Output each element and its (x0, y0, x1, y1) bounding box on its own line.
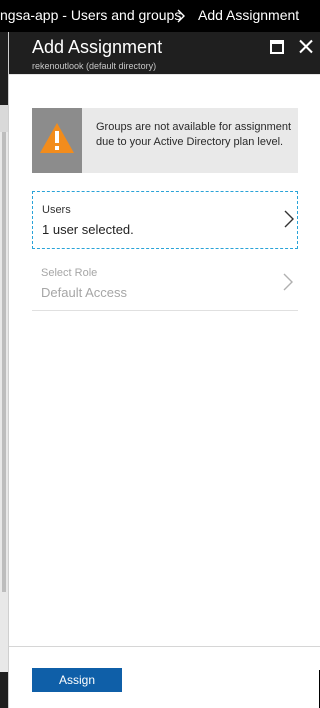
add-assignment-blade: Add Assignment rekenoutlook (default dir… (8, 32, 320, 708)
breadcrumb: ngsa-app - Users and groups Add Assignme… (0, 0, 319, 32)
background-blade-edge (0, 32, 8, 708)
warning-message: Groups are not available for assignment … (96, 121, 292, 148)
warning-icon (40, 123, 74, 153)
chevron-right-icon (284, 210, 294, 228)
users-label: Users (42, 204, 71, 216)
users-selector[interactable]: Users 1 user selected. (32, 191, 298, 249)
blade-subtitle: rekenoutlook (default directory) (32, 61, 157, 71)
breadcrumb-item-add-assignment[interactable]: Add Assignment (198, 7, 299, 23)
select-role-selector[interactable]: Select Role Default Access (32, 253, 298, 311)
background-scrollbar[interactable] (2, 132, 6, 592)
breadcrumb-item-users-and-groups[interactable]: ngsa-app - Users and groups (0, 7, 181, 23)
blade-title: Add Assignment (32, 37, 163, 57)
footer-divider (9, 646, 320, 647)
role-label: Select Role (41, 267, 98, 279)
warning-icon-container (32, 108, 82, 173)
blade-header: Add Assignment rekenoutlook (default dir… (9, 32, 320, 74)
maximize-icon[interactable] (270, 40, 284, 54)
assign-button[interactable]: Assign (32, 668, 122, 692)
breadcrumb-chevron-icon (177, 9, 185, 23)
warning-banner: Groups are not available for assignment … (32, 108, 298, 173)
role-value: Default Access (41, 285, 127, 300)
chevron-right-icon (283, 273, 293, 291)
close-icon[interactable] (299, 39, 313, 54)
blade-content: Groups are not available for assignment … (9, 74, 320, 670)
users-value: 1 user selected. (42, 222, 134, 237)
